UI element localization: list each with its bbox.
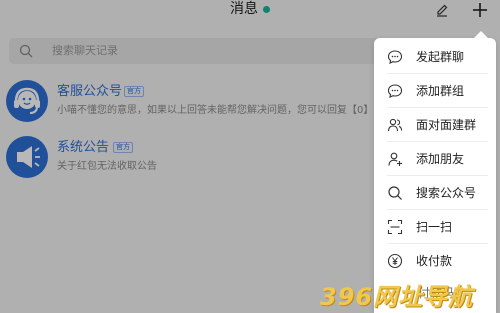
menu-item-start-group-chat[interactable]: 发起群聊 [374, 40, 496, 74]
menu-item-label: 搜索公众号 [416, 186, 477, 200]
menu-item-face-to-face-group[interactable]: 面对面建群 [374, 108, 496, 142]
scan-icon [387, 219, 403, 235]
menu-item-label: 扫一扫 [416, 220, 453, 234]
chat-bubble-icon [387, 50, 403, 64]
users-icon [387, 118, 403, 132]
menu-item-label: 收付款 [416, 254, 453, 268]
add-user-icon [388, 152, 402, 166]
menu-item-label: 面对面建群 [416, 118, 477, 132]
menu-item-label: 添加朋友 [416, 152, 465, 166]
menu-item-scan[interactable]: 扫一扫 [374, 210, 496, 244]
menu-item-payment[interactable]: 收付款 [374, 244, 496, 278]
yen-icon [387, 253, 403, 269]
menu-item-add-friend[interactable]: 添加朋友 [374, 142, 496, 176]
search-icon [388, 186, 402, 200]
watermark-logo: 396网址导航 [320, 283, 474, 311]
menu-item-label: 添加群组 [416, 84, 465, 98]
chat-bubble-icon [387, 84, 403, 98]
menu-pointer [474, 31, 488, 38]
menu-item-search-official-account[interactable]: 搜索公众号 [374, 176, 496, 210]
add-menu: 发起群聊 添加群组 面对面建群 添加朋友 搜索公众号 扫一扫 收付款 [374, 38, 496, 313]
menu-item-label: 发起群聊 [416, 50, 465, 64]
menu-item-add-group[interactable]: 添加群组 [374, 74, 496, 108]
